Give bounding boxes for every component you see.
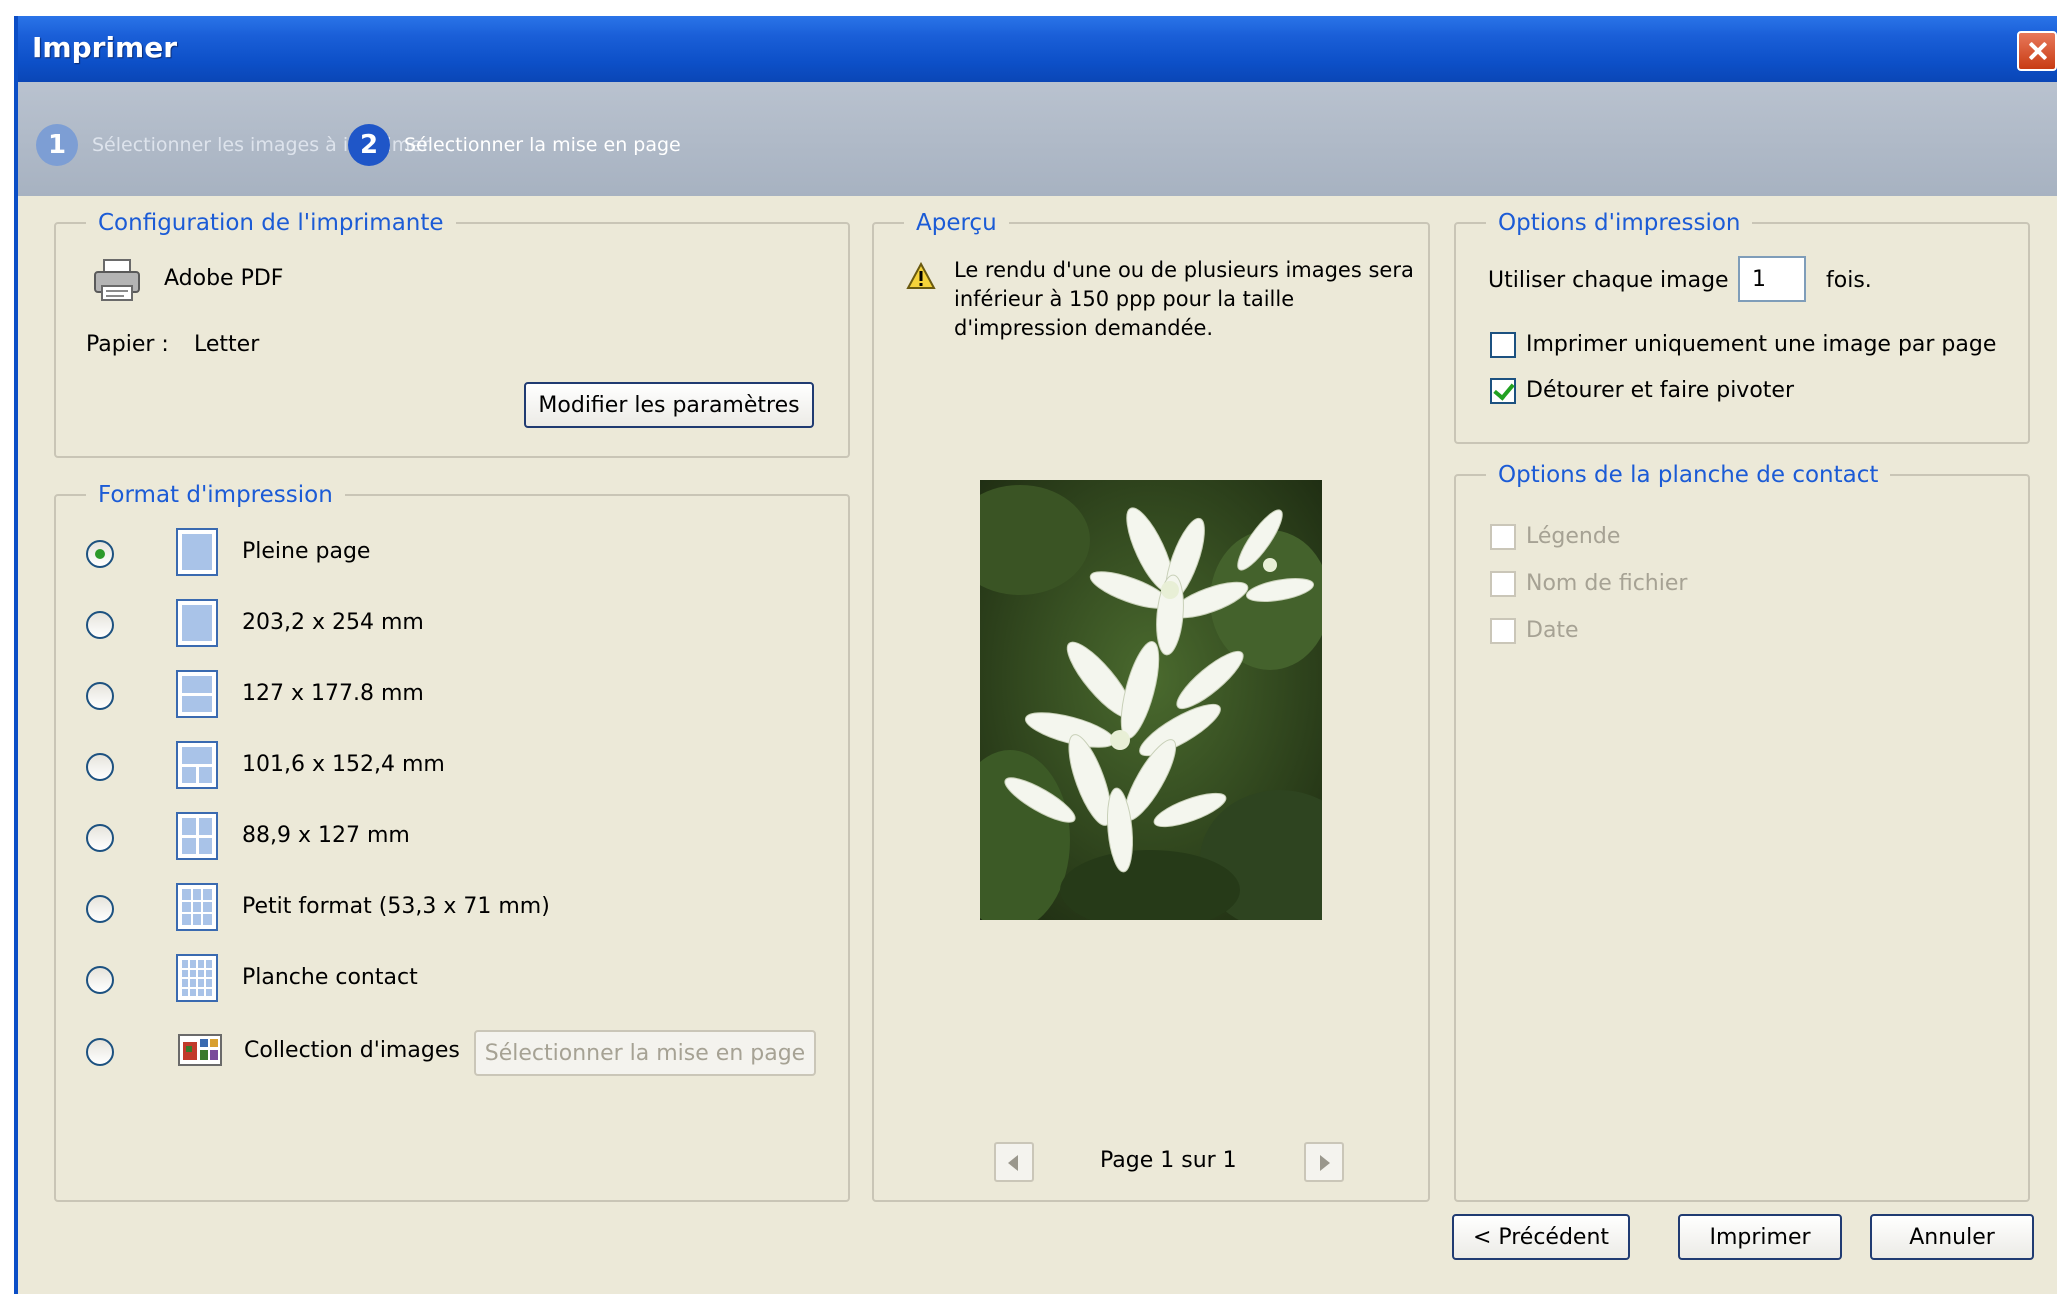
printer-icon [94,259,140,301]
two-up-layout-icon [176,670,218,718]
print-options-legend: Options d'impression [1498,210,1741,236]
format-label: Pleine page [242,539,371,564]
format-label: 88,9 x 127 mm [242,823,410,848]
title-bar: Imprimer [18,16,2057,82]
preview-legend: Aperçu [916,210,997,236]
format-radio[interactable] [86,540,114,568]
copies-input[interactable] [1738,256,1806,302]
three-up-layout-icon [176,741,218,789]
printer-name: Adobe PDF [164,266,284,291]
format-radio[interactable] [86,682,114,710]
format-label: 101,6 x 152,4 mm [242,752,445,777]
step-number-badge: 1 [36,124,78,166]
print-format-legend: Format d'impression [98,482,333,508]
format-radio[interactable] [86,824,114,852]
caption-checkbox[interactable] [1490,524,1516,550]
format-label: Planche contact [242,965,418,990]
print-format-group: Format d'impression [54,482,850,1202]
filename-checkbox[interactable] [1490,571,1516,597]
single-image-layout-icon [176,599,218,647]
format-radio[interactable] [86,966,114,994]
wizard-step-bar: 1 Sélectionner les images à imprimer 2 S… [18,82,2057,196]
close-icon[interactable] [2017,31,2057,71]
select-layout-button[interactable]: Sélectionner la mise en page [474,1030,816,1076]
crop-rotate-checkbox[interactable] [1490,378,1516,404]
window-title: Imprimer [32,31,178,64]
cancel-button[interactable]: Annuler [1870,1214,2034,1260]
use-each-image-label: Utiliser chaque image [1488,268,1729,293]
step-label: Sélectionner la mise en page [404,134,681,156]
step-number-badge: 2 [348,124,390,166]
format-radio[interactable] [86,1038,114,1066]
small-format-grid-icon [176,883,218,931]
format-radio[interactable] [86,753,114,781]
format-label: Collection d'images [244,1038,460,1063]
filename-label: Nom de fichier [1526,571,1688,596]
four-up-layout-icon [176,812,218,860]
full-page-layout-icon [176,528,218,576]
times-label: fois. [1826,268,1872,293]
format-label: 203,2 x 254 mm [242,610,424,635]
one-image-per-page-checkbox[interactable] [1490,332,1516,358]
format-label: 127 x 177.8 mm [242,681,424,706]
previous-button[interactable]: < Précédent [1452,1214,1630,1260]
print-button[interactable]: Imprimer [1678,1214,1842,1260]
paper-value: Letter [194,332,260,357]
crop-rotate-label: Détourer et faire pivoter [1526,378,1794,403]
format-radio[interactable] [86,611,114,639]
contact-sheet-options-legend: Options de la planche de contact [1498,462,1879,488]
preview-image [980,480,1322,920]
printer-config-legend: Configuration de l'imprimante [98,210,444,236]
format-radio[interactable] [86,895,114,923]
next-page-button[interactable] [1304,1142,1344,1182]
modify-settings-button[interactable]: Modifier les paramètres [524,382,814,428]
resolution-warning-text: Le rendu d'une ou de plusieurs images se… [954,258,1414,340]
date-label: Date [1526,618,1579,643]
caption-label: Légende [1526,524,1621,549]
contact-sheet-grid-icon [176,954,218,1002]
print-options-group: Options d'impression [1454,210,2030,444]
warning-icon [906,262,936,289]
step-select-layout[interactable]: 2 Sélectionner la mise en page [348,124,681,166]
format-label: Petit format (53,3 x 71 mm) [242,894,550,919]
date-checkbox[interactable] [1490,618,1516,644]
previous-page-button[interactable] [994,1142,1034,1182]
one-image-per-page-label: Imprimer uniquement une image par page [1526,332,1997,357]
paper-label: Papier : [86,332,169,357]
print-dialog: Imprimer 1 Sélectionner les images à imp… [14,16,2057,1294]
picture-collection-icon [178,1034,222,1066]
page-indicator: Page 1 sur 1 [1100,1148,1237,1173]
